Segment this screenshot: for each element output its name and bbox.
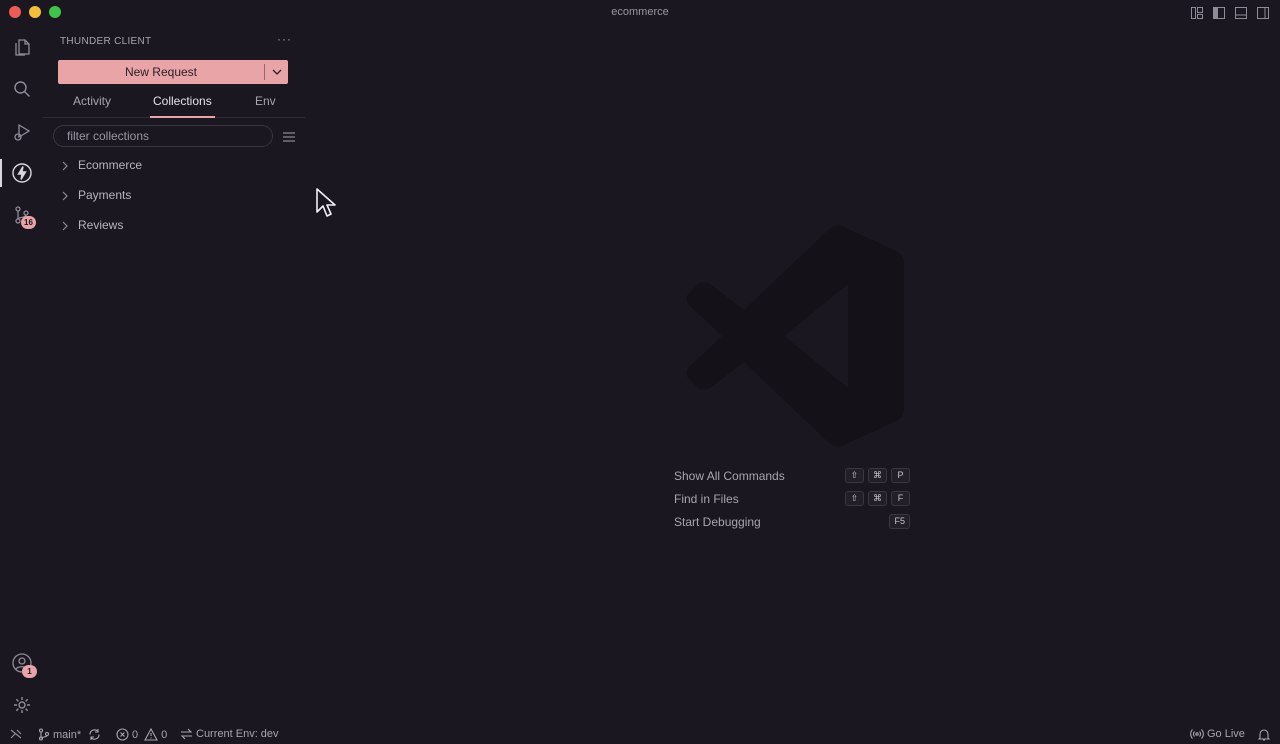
more-actions-button[interactable]: ··· <box>277 32 292 46</box>
broadcast-icon <box>1190 729 1204 739</box>
go-live-button[interactable]: Go Live <box>1190 728 1245 740</box>
remote-indicator[interactable] <box>9 728 23 740</box>
activity-bar: 16 1 <box>0 26 43 724</box>
current-env-indicator[interactable]: Current Env: dev <box>180 728 279 740</box>
warning-count: 0 <box>161 728 168 741</box>
current-env-label: Current Env: dev <box>196 728 279 740</box>
error-count: 0 <box>132 728 139 741</box>
thunder-client-sidebar: THUNDER CLIENT ··· New Request Activity … <box>43 26 305 724</box>
shortcut-find-in-files[interactable]: Find in Files ⇧ ⌘ F <box>674 491 914 514</box>
collection-label: Payments <box>78 188 132 202</box>
search-icon <box>13 81 30 97</box>
source-control-badge: 16 <box>21 216 36 229</box>
search-button[interactable] <box>0 69 43 109</box>
branch-indicator[interactable]: main* <box>38 728 101 741</box>
shortcut-key: F5 <box>889 514 910 529</box>
shortcut-key: ⌘ <box>868 491 887 506</box>
problems-indicator[interactable]: 0 0 <box>116 728 167 741</box>
customize-layout-icon[interactable] <box>1190 6 1204 20</box>
gear-icon <box>13 697 30 713</box>
toggle-primary-sidebar-icon[interactable] <box>1212 6 1226 20</box>
accounts-button[interactable]: 1 <box>0 643 43 683</box>
window-title: ecommerce <box>611 6 669 18</box>
chevron-right-icon <box>62 221 68 231</box>
shortcut-label: Find in Files <box>674 492 739 506</box>
new-request-label: New Request <box>124 65 198 79</box>
chevron-right-icon <box>62 191 68 201</box>
accounts-badge: 1 <box>22 665 37 678</box>
toggle-panel-icon[interactable] <box>1234 6 1248 20</box>
run-debug-button[interactable] <box>0 112 43 152</box>
lightning-icon <box>11 163 32 183</box>
sidebar-title: THUNDER CLIENT <box>60 36 152 47</box>
shortcut-key: ⇧ <box>845 491 864 506</box>
collection-item-reviews[interactable]: Reviews <box>43 213 305 239</box>
filter-collections-input[interactable]: filter collections <box>53 125 273 147</box>
shortcut-start-debugging[interactable]: Start Debugging F5 <box>674 514 914 537</box>
shortcut-key: ⇧ <box>845 468 864 483</box>
shortcut-key: P <box>891 468 910 483</box>
mouse-cursor-icon <box>316 188 336 217</box>
shortcut-show-all-commands[interactable]: Show All Commands ⇧ ⌘ P <box>674 468 914 491</box>
toggle-secondary-sidebar-icon[interactable] <box>1256 6 1270 20</box>
shortcut-label: Show All Commands <box>674 469 785 483</box>
new-request-button[interactable]: New Request <box>58 60 288 84</box>
collection-item-ecommerce[interactable]: Ecommerce <box>43 153 305 179</box>
branch-name: main* <box>53 728 82 741</box>
sync-icon <box>89 729 100 740</box>
files-icon <box>14 39 30 56</box>
error-icon <box>116 728 129 741</box>
new-request-dropdown[interactable] <box>265 60 288 84</box>
title-bar: ecommerce <box>0 0 1280 26</box>
tab-env[interactable]: Env <box>255 94 276 118</box>
swap-icon <box>180 728 193 740</box>
collection-label: Reviews <box>78 218 124 232</box>
chevron-right-icon <box>62 161 68 171</box>
go-live-label: Go Live <box>1207 728 1245 740</box>
status-bar: main* 0 0 Current Env: dev Go Live <box>0 724 1280 744</box>
manage-button[interactable] <box>0 685 43 725</box>
thunder-client-button[interactable] <box>0 153 43 193</box>
vscode-logo-watermark <box>686 225 904 447</box>
chevron-down-icon <box>272 69 281 75</box>
warning-icon <box>144 728 159 741</box>
explorer-button[interactable] <box>0 27 43 67</box>
shortcut-label: Start Debugging <box>674 515 761 529</box>
sidebar-tabs: Activity Collections Env <box>43 92 305 118</box>
editor-shortcuts: Show All Commands ⇧ ⌘ P Find in Files ⇧ … <box>674 468 914 537</box>
shortcut-key: F <box>891 491 910 506</box>
tab-collections[interactable]: Collections <box>150 94 215 118</box>
bell-icon <box>1258 729 1270 741</box>
git-branch-icon <box>38 728 50 741</box>
remote-icon <box>10 729 22 739</box>
source-control-button[interactable]: 16 <box>0 195 43 235</box>
run-debug-icon <box>13 123 30 141</box>
collection-label: Ecommerce <box>78 158 143 172</box>
filter-menu-icon[interactable] <box>282 130 296 148</box>
tab-activity[interactable]: Activity <box>73 94 111 118</box>
shortcut-key: ⌘ <box>868 468 887 483</box>
collection-item-payments[interactable]: Payments <box>43 183 305 209</box>
notifications-button[interactable] <box>1258 728 1270 741</box>
